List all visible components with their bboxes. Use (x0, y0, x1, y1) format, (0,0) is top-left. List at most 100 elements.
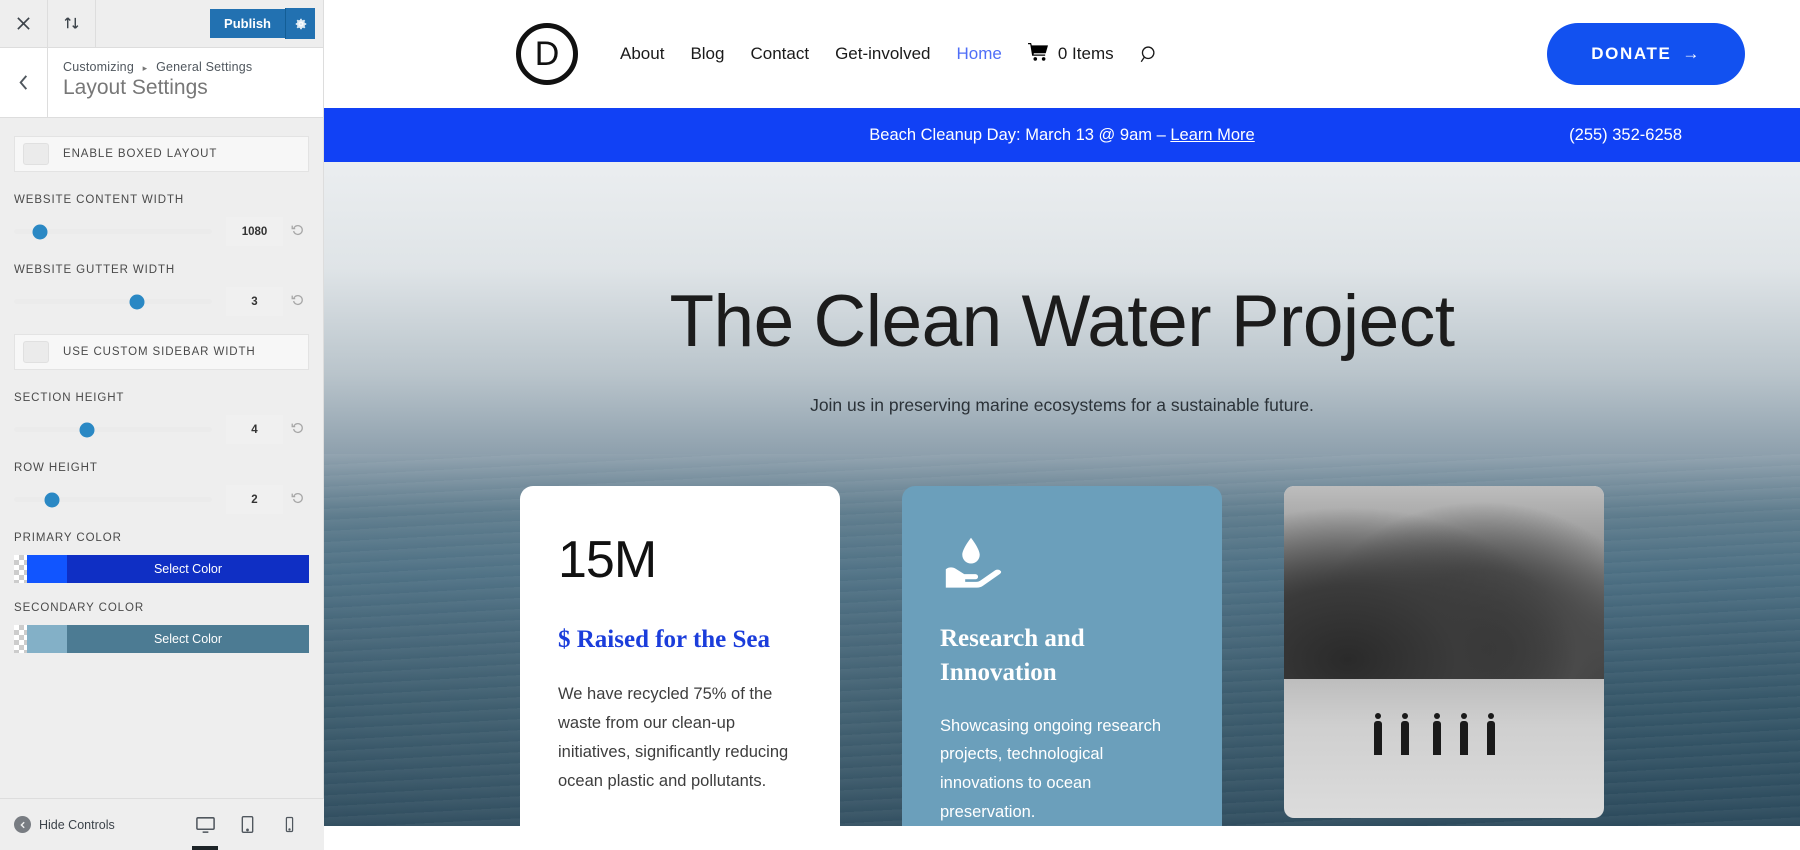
publish-group: Publish (210, 0, 323, 47)
customizer-topbar: Publish (0, 0, 323, 48)
toggle-use-custom-sidebar-width[interactable]: USE CUSTOM SIDEBAR WIDTH (14, 334, 309, 370)
control-website-gutter-width: WEBSITE GUTTER WIDTH 3 (14, 264, 309, 316)
feature-cards: 15M $ Raised for the Sea We have recycle… (324, 486, 1800, 826)
breadcrumb-section[interactable]: General Settings (156, 60, 252, 74)
person-silhouette (1374, 712, 1383, 755)
value-row-height[interactable]: 2 (226, 485, 283, 514)
nav-item-about[interactable]: About (620, 44, 664, 64)
arrow-right-icon: → (1682, 44, 1701, 63)
hide-controls-label: Hide Controls (39, 817, 115, 832)
slider-row: 4 (14, 415, 309, 444)
primary-color-swatch[interactable] (27, 555, 67, 583)
secondary-color-picker[interactable]: Select Color (14, 625, 309, 653)
card-research: Research and Innovation Showcasing ongoi… (902, 486, 1222, 826)
breadcrumb-separator-icon: ▸ (142, 63, 148, 73)
swap-updown-icon[interactable] (48, 0, 96, 47)
value-section-height[interactable]: 4 (226, 415, 283, 444)
control-website-content-width-label: WEBSITE CONTENT WIDTH (14, 194, 185, 206)
slider-website-gutter-width[interactable] (14, 294, 212, 309)
publish-button[interactable]: Publish (210, 9, 285, 38)
secondary-select-color-button[interactable]: Select Color (67, 625, 309, 653)
toggle-enable-boxed-layout-label: ENABLE BOXED LAYOUT (63, 148, 218, 160)
site-preview: D About Blog Contact Get-involved Home 0… (324, 0, 1800, 850)
control-section-height: SECTION HEIGHT 4 (14, 392, 309, 444)
nav-item-blog[interactable]: Blog (690, 44, 724, 64)
control-primary-color: PRIMARY COLOR Select Color (14, 532, 309, 583)
photo-hillside (1284, 486, 1604, 679)
reset-icon[interactable] (287, 421, 309, 439)
slider-website-content-width[interactable] (14, 224, 212, 239)
site-header: D About Blog Contact Get-involved Home 0… (324, 0, 1800, 108)
photo-people-silhouettes (1310, 709, 1579, 755)
controls-top-spacer (14, 118, 309, 136)
slider-knob[interactable] (44, 492, 60, 507)
control-row-height: ROW HEIGHT 2 (14, 462, 309, 514)
person-silhouette (1400, 712, 1409, 755)
control-secondary-color: SECONDARY COLOR Select Color (14, 602, 309, 653)
checkbox-use-custom-sidebar-width[interactable] (23, 341, 49, 363)
hero-title: The Clean Water Project (669, 281, 1455, 362)
control-primary-color-label: PRIMARY COLOR (14, 532, 122, 544)
breadcrumb-root[interactable]: Customizing (63, 60, 134, 74)
toggle-use-custom-sidebar-width-label: USE CUSTOM SIDEBAR WIDTH (63, 346, 256, 358)
main-navigation: About Blog Contact Get-involved Home 0 I… (620, 42, 1159, 66)
close-icon[interactable] (0, 0, 48, 47)
announcement-text: Beach Cleanup Day: March 13 @ 9am – (869, 125, 1171, 144)
slider-row-height[interactable] (14, 492, 212, 507)
nav-item-get-involved[interactable]: Get-involved (835, 44, 930, 64)
hide-controls-button[interactable]: Hide Controls (0, 816, 115, 833)
slider-knob[interactable] (32, 224, 48, 239)
gear-icon[interactable] (285, 8, 315, 39)
desktop-icon[interactable] (184, 799, 226, 850)
alpha-checker (14, 555, 27, 583)
slider-knob[interactable] (79, 422, 95, 437)
announcement-bar: Beach Cleanup Day: March 13 @ 9am – Lear… (324, 108, 1800, 162)
nav-item-contact[interactable]: Contact (750, 44, 809, 64)
page-title: Layout Settings (63, 76, 208, 99)
value-website-gutter-width[interactable]: 3 (226, 287, 283, 316)
checkbox-enable-boxed-layout[interactable] (23, 143, 49, 165)
slider-section-height[interactable] (14, 422, 212, 437)
value-website-content-width[interactable]: 1080 (226, 217, 283, 246)
primary-color-picker[interactable]: Select Color (14, 555, 309, 583)
toggle-enable-boxed-layout[interactable]: ENABLE BOXED LAYOUT (14, 136, 309, 172)
control-row-height-label: ROW HEIGHT (14, 462, 98, 474)
collapse-icon (14, 816, 31, 833)
customizer-sidebar: Publish Customizing ▸ General Settings L… (0, 0, 324, 850)
slider-row: 3 (14, 287, 309, 316)
control-website-content-width: WEBSITE CONTENT WIDTH 1080 (14, 194, 309, 246)
chevron-left-icon[interactable] (0, 48, 48, 117)
reset-icon[interactable] (287, 223, 309, 241)
person-silhouette (1433, 712, 1442, 755)
site-logo[interactable]: D (516, 23, 578, 85)
water-drop-in-hand-icon (940, 530, 1002, 592)
reset-icon[interactable] (287, 293, 309, 311)
research-body: Showcasing ongoing research projects, te… (940, 716, 1162, 822)
cart-link[interactable]: 0 Items (1027, 42, 1114, 66)
cart-item-count: 0 Items (1057, 44, 1114, 63)
search-icon[interactable] (1140, 45, 1159, 64)
stat-body: We have recycled 75% of the waste from o… (558, 685, 789, 790)
nav-item-home[interactable]: Home (957, 44, 1002, 64)
coastline-photo (1284, 486, 1604, 818)
device-preview-group (184, 799, 324, 850)
tablet-icon[interactable] (226, 799, 268, 850)
slider-row: 2 (14, 485, 309, 514)
reset-icon[interactable] (287, 491, 309, 509)
person-silhouette (1487, 712, 1495, 755)
secondary-color-swatch[interactable] (27, 625, 67, 653)
learn-more-link[interactable]: Learn More (1170, 126, 1254, 144)
mobile-icon[interactable] (268, 799, 310, 850)
hero-subtitle: Join us in preserving marine ecosystems … (810, 395, 1314, 415)
panel-titles: Customizing ▸ General Settings Layout Se… (48, 48, 252, 117)
primary-select-color-button[interactable]: Select Color (67, 555, 309, 583)
slider-row: 1080 (14, 217, 309, 246)
slider-knob[interactable] (129, 294, 145, 309)
donate-button[interactable]: DONATE → (1547, 23, 1745, 85)
donate-label: DONATE (1591, 44, 1672, 63)
research-title: Research and Innovation (940, 625, 1085, 686)
hero-section: The Clean Water Project Join us in prese… (324, 162, 1800, 826)
customizer-footer: Hide Controls (0, 798, 324, 850)
breadcrumb: Customizing ▸ General Settings (63, 60, 252, 74)
